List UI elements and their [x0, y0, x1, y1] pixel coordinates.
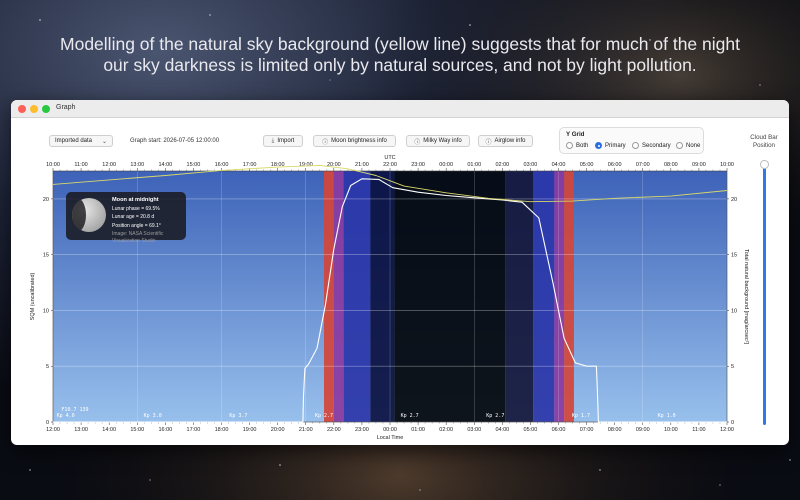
local-tick-label: 12:00 [46, 427, 60, 433]
utc-tick-label: 02:00 [495, 162, 509, 168]
local-tick-label: 11:00 [692, 427, 705, 433]
twilight-band [370, 171, 395, 422]
local-tick-label: 01:00 [411, 427, 425, 433]
utc-tick-label: 07:00 [636, 162, 650, 168]
kp-index-label: Kp 1.7 [572, 413, 590, 419]
local-time-axis-title: Local Time [377, 435, 404, 441]
local-tick-label: 18:00 [215, 427, 229, 433]
y2-tick-label: 15 [731, 253, 737, 259]
local-tick-label: 12:00 [720, 427, 734, 433]
utc-tick-label: 00:00 [439, 162, 453, 168]
kp-index-label: Kp 4.0 [57, 413, 75, 419]
local-tick-label: 05:00 [524, 427, 538, 433]
kp-index-label: Kp 3.0 [144, 413, 162, 419]
local-tick-label: 19:00 [243, 427, 257, 433]
utc-axis-title: UTC [384, 155, 395, 161]
local-tick-label: 17:00 [187, 427, 201, 433]
local-tick-label: 04:00 [495, 427, 509, 433]
utc-tick-label: 06:00 [608, 162, 622, 168]
local-tick-label: 21:00 [299, 427, 313, 433]
sky-brightness-chart: 10:00 12:00 11:00 13:00 12:00 14:00 13:00 15:00… [30, 155, 749, 441]
local-tick-label: 07:00 [580, 427, 594, 433]
local-tick-label: 14:00 [102, 427, 116, 433]
local-tick-label: 22:00 [327, 427, 341, 433]
position-angle-text: Position angle = 69.1° [112, 222, 161, 229]
kp-index-label: Kp 2.7 [401, 413, 419, 419]
local-tick-label: 16:00 [158, 427, 172, 433]
utc-tick-label: 22:00 [383, 162, 397, 168]
local-tick-label: 06:00 [552, 427, 566, 433]
y2-tick-label: 10 [731, 308, 737, 314]
moon-card-heading: Moon at midnight [112, 197, 159, 203]
twilight-band [394, 171, 506, 422]
lunar-phase-text: Lunar phase = 69.5% [112, 205, 160, 212]
twilight-band [343, 171, 371, 422]
utc-tick-label: 13:00 [130, 162, 144, 168]
local-tick-label: 15:00 [130, 427, 144, 433]
local-tick-label: 02:00 [439, 427, 453, 433]
y2-tick-label: 0 [731, 420, 734, 426]
twilight-band [324, 171, 334, 422]
utc-tick-label: 04:00 [552, 162, 566, 168]
local-tick-label: 13:00 [74, 427, 88, 433]
local-tick-label: 10:00 [664, 427, 678, 433]
f107-label: F10.7 139 [61, 407, 88, 413]
y-tick-label: 0 [46, 420, 49, 426]
y-tick-label: 10 [43, 308, 49, 314]
local-tick-label: 08:00 [608, 427, 622, 433]
y2-tick-label: 5 [731, 364, 734, 370]
utc-tick-label: 17:00 [243, 162, 257, 168]
utc-tick-label: 05:00 [580, 162, 594, 168]
image-credit-text: Visualization Studio [112, 237, 156, 244]
utc-tick-label: 08:00 [664, 162, 678, 168]
utc-tick-label: 16:00 [215, 162, 229, 168]
utc-tick-label: 12:00 [102, 162, 116, 168]
graph-window: Graph Imported data ⌄ Graph start: 2026-… [11, 100, 789, 445]
local-tick-label: 00:00 [383, 427, 397, 433]
utc-tick-label: 03:00 [524, 162, 538, 168]
local-tick-label: 09:00 [636, 427, 650, 433]
utc-tick-label: 21:00 [355, 162, 369, 168]
kp-index-label: Kp 3.7 [229, 413, 247, 419]
utc-tick-label: 10:00 [720, 162, 734, 168]
y2-axis-title: Total natural background [mag/arcsec²] [743, 249, 749, 345]
utc-tick-label: 14:00 [158, 162, 172, 168]
utc-tick-label: 09:00 [692, 162, 706, 168]
local-tick-label: 23:00 [355, 427, 369, 433]
y-axis-title: SQM (uncalibrated) [30, 272, 36, 320]
headline-line-1: Modelling of the natural sky background … [60, 34, 740, 54]
lunar-age-text: Lunar age = 20.8 d [112, 214, 155, 221]
local-tick-label: 20:00 [271, 427, 285, 433]
utc-tick-label: 11:00 [74, 162, 87, 168]
headline-line-2: our sky darkness is limited only by natu… [103, 55, 697, 75]
kp-index-label: Kp 1.0 [658, 413, 676, 419]
headline: Modelling of the natural sky background … [0, 34, 800, 76]
kp-index-label: Kp 2.7 [486, 413, 504, 419]
y-tick-label: 5 [46, 364, 49, 370]
y-tick-label: 20 [43, 197, 49, 203]
twilight-band [533, 171, 555, 422]
y-tick-label: 15 [43, 253, 49, 259]
utc-tick-label: 01:00 [467, 162, 481, 168]
twilight-band [564, 171, 574, 422]
y2-tick-label: 20 [731, 197, 737, 203]
utc-tick-label: 19:00 [299, 162, 313, 168]
utc-tick-label: 10:00 [46, 162, 60, 168]
moon-info-card: Moon at midnight Lunar phase = 69.5% Lun… [66, 192, 186, 243]
kp-index-label: Kp 2.7 [315, 413, 333, 419]
utc-tick-label: 23:00 [411, 162, 425, 168]
moon-phase-image [72, 198, 106, 232]
utc-tick-label: 15:00 [187, 162, 201, 168]
local-tick-label: 03:00 [467, 427, 481, 433]
